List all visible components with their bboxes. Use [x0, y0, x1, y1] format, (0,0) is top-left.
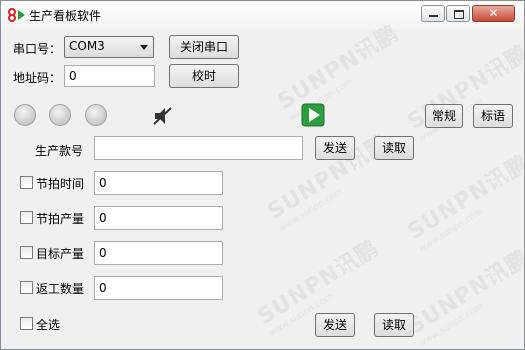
field-label: 返工数量 [36, 282, 85, 296]
watermark-brand: SUNPN讯鹏 [273, 20, 404, 115]
maximize-icon [454, 10, 464, 19]
client-area: SUNPN讯鹏www.sunpn.com SUNPN讯鹏www.sunpn.co… [1, 21, 524, 349]
bottom-read-button[interactable]: 读取 [374, 313, 414, 337]
field-label: 节拍时间 [36, 177, 85, 191]
close-window-button[interactable]: ✕ [472, 5, 515, 22]
watermark: SUNPN讯鹏www.sunpn.com [270, 16, 409, 124]
app-icon [8, 8, 25, 22]
field-checkbox[interactable] [20, 211, 33, 224]
play-icon[interactable] [301, 103, 325, 127]
tagline-button[interactable]: 标语 [473, 104, 513, 128]
product-label: 生产款号 [35, 144, 84, 158]
status-led [49, 104, 71, 126]
address-label: 地址码： [13, 71, 62, 85]
watermark: SUNPN讯鹏www.sunpn.com [400, 36, 524, 144]
title-bar[interactable]: 生产看板软件 ✕ [1, 1, 524, 29]
watermark: SUNPN讯鹏www.sunpn.com [400, 146, 524, 254]
select-all-label: 全选 [36, 318, 61, 332]
close-icon: ✕ [488, 6, 499, 20]
mute-icon[interactable] [152, 106, 174, 126]
field-checkbox[interactable] [20, 176, 33, 189]
window-title: 生产看板软件 [29, 9, 102, 23]
watermark: SUNPN讯鹏www.sunpn.com [400, 241, 524, 349]
normal-button[interactable]: 常规 [425, 104, 463, 128]
time-sync-button[interactable]: 校时 [169, 64, 239, 88]
field-checkbox[interactable] [20, 246, 33, 259]
field-input[interactable] [94, 276, 223, 300]
status-led [85, 104, 107, 126]
bottom-send-button[interactable]: 发送 [315, 313, 355, 337]
select-all-checkbox[interactable] [20, 317, 33, 330]
field-label: 目标产量 [36, 247, 85, 261]
minimize-icon [429, 15, 438, 17]
close-port-button[interactable]: 关闭串口 [169, 35, 239, 59]
field-input[interactable] [94, 241, 223, 265]
field-checkbox[interactable] [20, 281, 33, 294]
maximize-button[interactable] [446, 5, 470, 22]
chevron-down-icon [140, 45, 148, 50]
field-label: 节拍产量 [36, 212, 85, 226]
port-select[interactable]: COM3 [64, 36, 154, 58]
port-label: 串口号： [13, 42, 62, 56]
field-input[interactable] [94, 171, 223, 195]
product-input[interactable] [94, 136, 303, 160]
field-input[interactable] [94, 206, 223, 230]
read-button[interactable]: 读取 [374, 136, 414, 160]
app-window: 生产看板软件 ✕ SUNPN讯鹏www.sunpn.com SUNPN讯鹏www… [0, 0, 525, 350]
send-button[interactable]: 发送 [315, 136, 355, 160]
minimize-button[interactable] [421, 5, 445, 22]
status-led [14, 104, 36, 126]
port-select-value: COM3 [69, 39, 105, 53]
address-input[interactable] [64, 65, 155, 87]
